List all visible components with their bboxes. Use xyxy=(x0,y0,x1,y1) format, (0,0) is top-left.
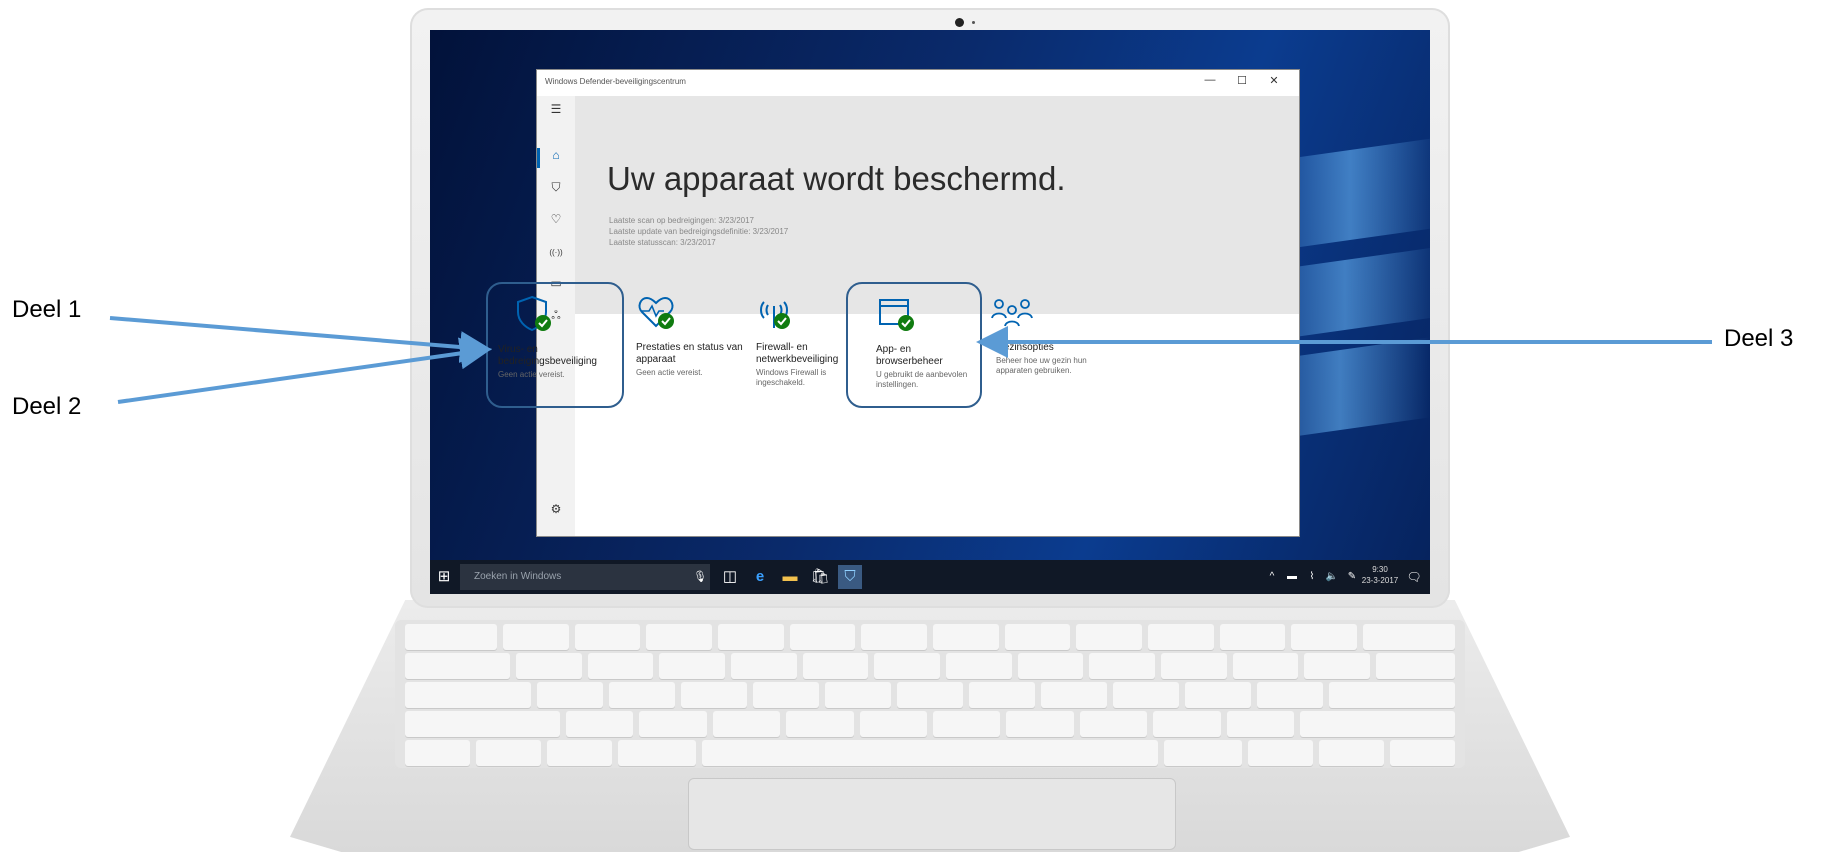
tile-virus-protection[interactable]: Virus- en bedreigingsbeveiliging Geen ac… xyxy=(486,282,624,408)
family-icon xyxy=(991,299,1033,327)
tile-status: Windows Firewall is ingeschakeld. xyxy=(756,368,827,387)
edge-browser-icon[interactable]: e xyxy=(748,565,772,589)
tile-status: Beheer hoe uw gezin hun apparaten gebrui… xyxy=(996,356,1087,375)
page-title: Uw apparaat wordt beschermd. xyxy=(607,160,1066,197)
tile-family-options[interactable]: Gezinsopties Beheer hoe uw gezin hun app… xyxy=(986,282,1096,404)
clock-time: 9:30 xyxy=(1372,565,1388,574)
tile-label: Gezinsopties xyxy=(996,342,1054,353)
keyboard-row xyxy=(405,740,1455,766)
windows-start-icon[interactable]: ⊞ xyxy=(432,565,456,589)
tile-status: Geen actie vereist. xyxy=(498,370,565,379)
keyboard-row xyxy=(405,624,1455,650)
last-scan-text: Laatste scan op bedreigingen: 3/23/2017 xyxy=(609,216,755,225)
antenna-icon[interactable]: ((·)) xyxy=(546,244,566,262)
hamburger-menu-icon[interactable]: ☰ xyxy=(546,102,566,120)
microphone-icon[interactable]: 🎙 xyxy=(688,565,712,589)
maximize-button[interactable]: ☐ xyxy=(1229,74,1255,92)
webcam-light xyxy=(972,21,975,24)
home-icon[interactable]: ⌂ xyxy=(546,148,566,166)
webcam xyxy=(955,18,964,27)
action-center-icon[interactable]: 🗨 xyxy=(1402,565,1426,589)
browser-check-icon xyxy=(879,299,914,331)
tile-label: Prestaties en status van apparaat xyxy=(636,342,743,365)
tile-firewall[interactable]: Firewall- en netwerkbeveiliging Windows … xyxy=(750,282,850,404)
task-view-icon[interactable]: ◫ xyxy=(718,565,742,589)
taskbar: ⊞ Zoeken in Windows 🎙 ◫ e ▬ 🛍 ⛉ ^ ▬ ⌇ 🔈 … xyxy=(430,560,1430,594)
keyboard-row xyxy=(405,682,1455,708)
callout-deel-2: Deel 2 xyxy=(12,393,82,420)
tile-device-health[interactable]: Prestaties en status van apparaat Geen a… xyxy=(626,282,760,404)
tile-app-browser-control[interactable]: App- en browserbeheer U gebruikt de aanb… xyxy=(846,282,982,408)
last-status-scan-text: Laatste statusscan: 3/23/2017 xyxy=(609,238,716,247)
antenna-check-icon xyxy=(760,301,790,329)
shield-icon[interactable]: ⛉ xyxy=(546,180,566,198)
callout-deel-3: Deel 3 xyxy=(1724,325,1794,352)
tile-label: Virus- en bedreigingsbeveiliging xyxy=(498,344,597,367)
file-explorer-icon[interactable]: ▬ xyxy=(778,565,802,589)
window-title: Windows Defender-beveiligingscentrum xyxy=(545,77,686,86)
clock-date: 23-3-2017 xyxy=(1361,576,1399,585)
gear-icon[interactable]: ⚙ xyxy=(546,502,566,520)
active-indicator xyxy=(537,148,540,168)
keyboard-row xyxy=(405,711,1455,737)
tile-status: U gebruikt de aanbevolen instellingen. xyxy=(876,370,968,389)
tile-status: Geen actie vereist. xyxy=(636,368,703,377)
heart-icon[interactable]: ♡ xyxy=(546,212,566,230)
callout-deel-1: Deel 1 xyxy=(12,296,82,323)
defender-taskbar-icon[interactable]: ⛉ xyxy=(838,565,862,589)
clock[interactable]: 9:30 23-3-2017 xyxy=(1360,564,1400,586)
touchpad xyxy=(688,778,1176,850)
shield-check-icon xyxy=(517,295,551,332)
tile-label: App- en browserbeheer xyxy=(876,344,943,367)
keyboard-row xyxy=(405,653,1455,679)
last-definition-update-text: Laatste update van bedreigingsdefinitie:… xyxy=(609,227,789,236)
tile-label: Firewall- en netwerkbeveiliging xyxy=(756,342,839,365)
store-icon[interactable]: 🛍 xyxy=(808,565,832,589)
close-button[interactable]: ✕ xyxy=(1261,74,1287,92)
search-box[interactable]: Zoeken in Windows xyxy=(460,564,710,590)
heart-check-icon xyxy=(638,296,674,329)
title-bar[interactable]: Windows Defender-beveiligingscentrum — ☐… xyxy=(537,70,1299,96)
minimize-button[interactable]: — xyxy=(1197,74,1223,92)
